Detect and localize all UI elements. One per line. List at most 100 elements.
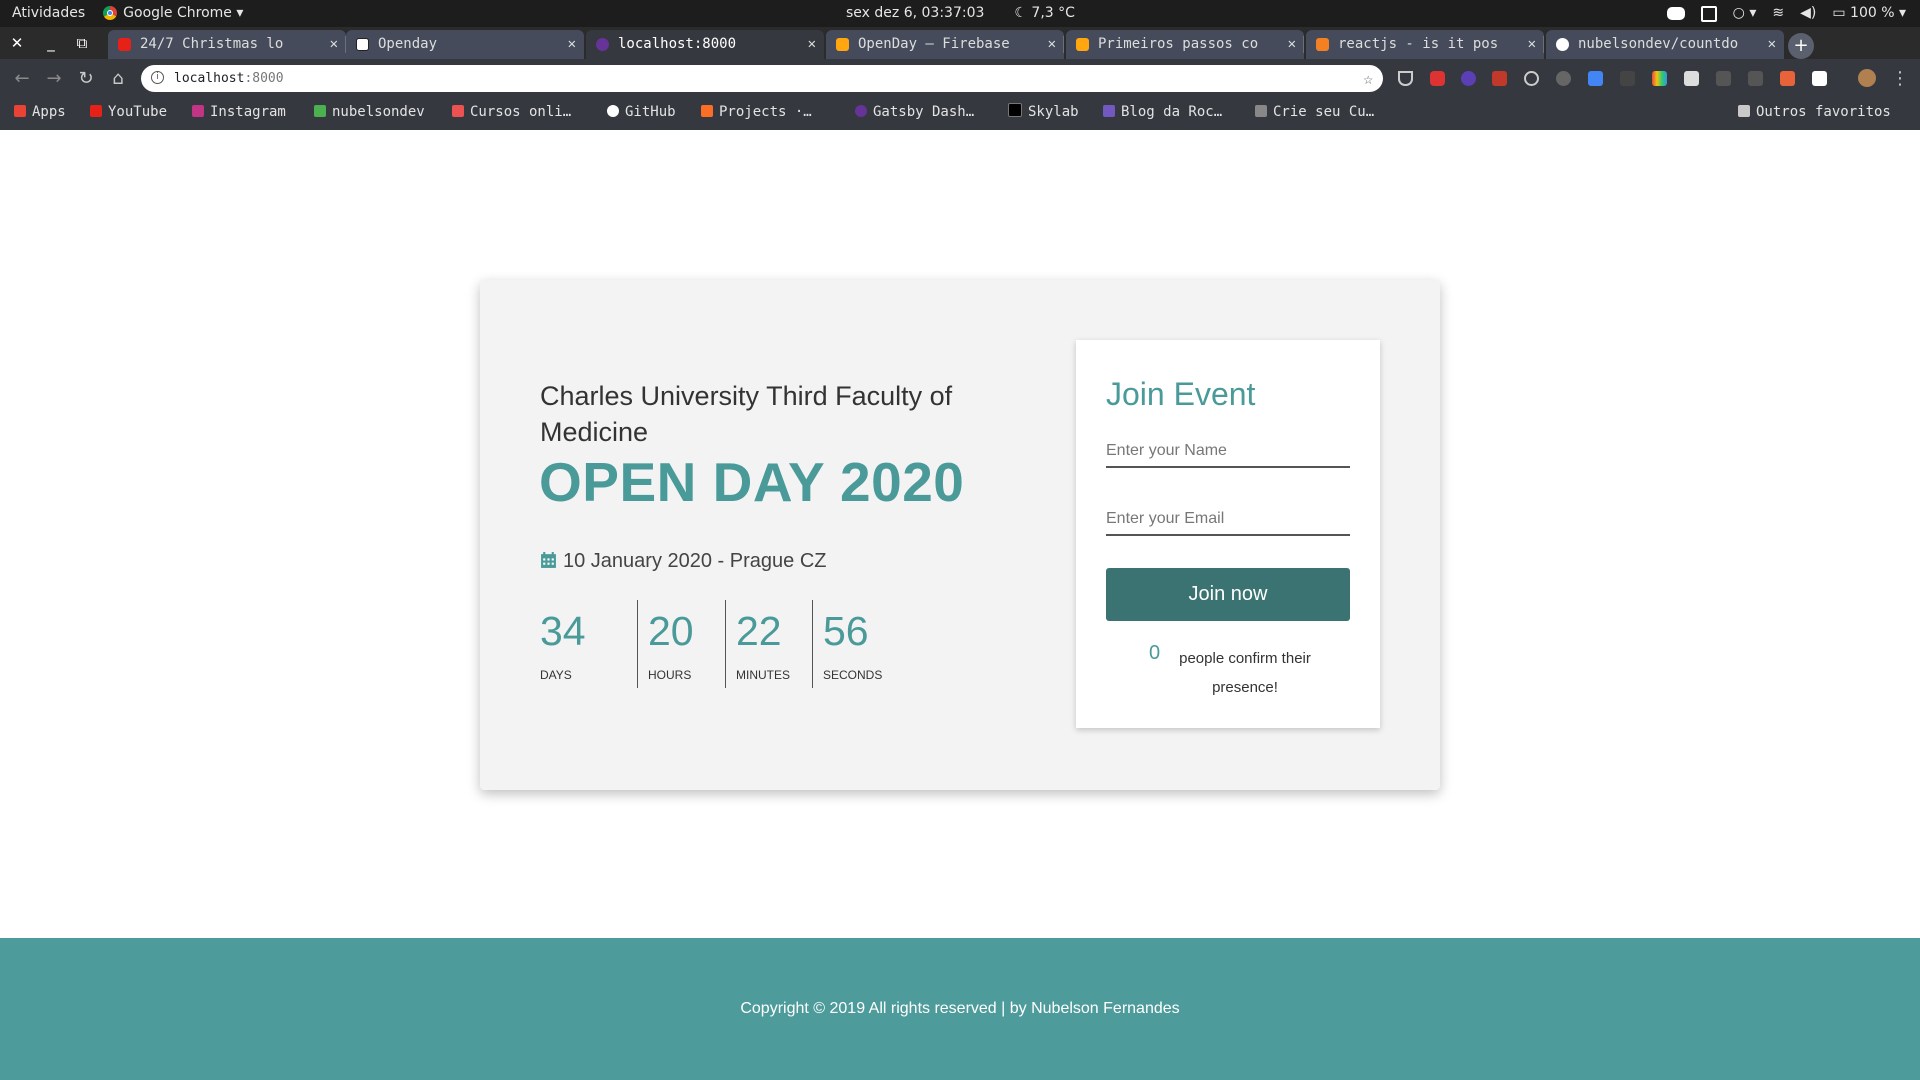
battery-indicator[interactable]: ▭ 100 % ▾ <box>1832 0 1906 27</box>
reload-icon[interactable]: ↻ <box>72 59 100 98</box>
event-card: Charles University Third Faculty of Medi… <box>480 280 1440 790</box>
tab-title: OpenDay – Firebase <box>858 36 1010 52</box>
tab-openday[interactable]: Openday ✕ <box>346 30 584 59</box>
caret-down-icon: ▾ <box>1898 5 1906 21</box>
caret-down-icon: ▾ <box>236 5 244 21</box>
tab-github[interactable]: nubelsondev/countdo ✕ <box>1546 30 1784 59</box>
event-subtitle: Charles University Third Faculty of Medi… <box>540 381 953 447</box>
chrome-icon <box>103 6 118 20</box>
countdown-value: 56 <box>823 608 869 654</box>
weather[interactable]: ☾ 7,3 °C <box>1014 0 1075 27</box>
close-tab-icon[interactable]: ✕ <box>1768 30 1776 59</box>
app-menu[interactable]: Google Chrome ▾ <box>103 0 243 27</box>
extension-swirl-icon[interactable] <box>1556 71 1571 86</box>
bookmark-crie-cv[interactable]: Crie seu Cu… <box>1255 98 1374 126</box>
tab-firebase[interactable]: OpenDay – Firebase ✕ <box>826 30 1064 59</box>
tab-separator <box>1303 36 1304 53</box>
tab-christmas[interactable]: 24/7 Christmas lo ✕ <box>108 30 346 59</box>
bookmark-skylab[interactable]: Skylab <box>1008 98 1079 126</box>
close-tab-icon[interactable]: ✕ <box>1288 30 1296 59</box>
youtube-icon <box>90 105 102 117</box>
restore-window-icon[interactable]: ⧉ <box>68 27 96 59</box>
event-title: OPEN DAY 2020 <box>539 451 965 513</box>
activities-button[interactable]: Atividades <box>12 0 85 27</box>
translate-icon[interactable] <box>1588 71 1603 86</box>
close-window-icon[interactable]: ✕ <box>3 27 31 59</box>
volume-icon[interactable]: ◀) <box>1800 0 1816 27</box>
bookmark-github[interactable]: GitHub <box>607 98 676 126</box>
close-tab-icon[interactable]: ✕ <box>330 30 338 59</box>
bookmark-cursos[interactable]: Cursos onli… <box>452 98 571 126</box>
home-icon[interactable]: ⌂ <box>104 59 132 98</box>
countdown-value: 34 <box>540 608 586 654</box>
cv-icon <box>1255 105 1267 117</box>
join-now-button[interactable]: Join now <box>1106 568 1350 621</box>
address-bar[interactable]: i localhost:8000 ☆ <box>141 65 1383 92</box>
wifi-icon[interactable]: ≋ <box>1772 0 1784 27</box>
bookmark-gatsby[interactable]: Gatsby Dash… <box>855 98 974 126</box>
folder-icon <box>1738 105 1750 117</box>
extension-red-icon[interactable] <box>1492 71 1507 86</box>
colorzilla-icon[interactable] <box>1652 71 1667 86</box>
bookmark-star-icon[interactable]: ☆ <box>1363 65 1373 92</box>
tab-title: nubelsondev/countdo <box>1578 36 1739 52</box>
notes-icon[interactable] <box>1700 5 1717 22</box>
json-icon[interactable] <box>1620 71 1635 86</box>
info-icon[interactable]: i <box>151 71 164 84</box>
countdown-label: MINUTES <box>736 668 790 682</box>
pocket-icon[interactable] <box>1398 71 1413 86</box>
github-icon <box>607 105 619 117</box>
close-tab-icon[interactable]: ✕ <box>1048 30 1056 59</box>
close-tab-icon[interactable]: ✕ <box>1528 30 1536 59</box>
extension-purple-icon[interactable] <box>1461 71 1476 86</box>
extension-orange-icon[interactable] <box>1780 71 1795 86</box>
font-icon[interactable] <box>1684 71 1699 86</box>
app-name: Google Chrome <box>123 5 232 21</box>
back-arrow-icon[interactable]: ← <box>8 59 36 98</box>
countdown-days: 34 DAYS <box>540 600 637 688</box>
discord-icon[interactable] <box>1666 7 1685 20</box>
bookmark-projects[interactable]: Projects ·… <box>701 98 812 126</box>
notion-extension-icon[interactable] <box>1812 71 1827 86</box>
bookmark-apps[interactable]: Apps <box>14 98 66 126</box>
profile-avatar-icon[interactable] <box>1858 69 1876 87</box>
form-title: Join Event <box>1106 376 1256 412</box>
forward-arrow-icon[interactable]: → <box>40 59 68 98</box>
os-top-bar: Atividades Google Chrome ▾ sex dez 6, 03… <box>0 0 1920 27</box>
new-tab-button[interactable]: + <box>1788 33 1814 59</box>
target-icon[interactable] <box>1524 71 1539 86</box>
close-tab-icon[interactable]: ✕ <box>568 30 576 59</box>
np-icon[interactable] <box>1748 71 1763 86</box>
calendar-icon <box>541 552 556 568</box>
menu-kebab-icon[interactable]: ⋮ <box>1886 59 1914 98</box>
bookmarks-bar: Apps YouTube Instagram nubelsondev Curso… <box>0 98 1920 130</box>
bookmark-youtube[interactable]: YouTube <box>90 98 167 126</box>
apps-grid-icon <box>14 105 26 117</box>
name-input[interactable] <box>1106 436 1350 468</box>
notion-icon <box>356 38 369 51</box>
countdown-minutes: 22 MINUTES <box>725 600 812 688</box>
stackoverflow-icon <box>1316 38 1329 51</box>
youtube-icon <box>118 38 131 51</box>
close-tab-icon[interactable]: ✕ <box>808 30 816 59</box>
countdown-value: 20 <box>648 608 694 654</box>
adblock-icon[interactable] <box>1430 71 1445 86</box>
footer-copyright: Copyright © 2019 All rights reserved | b… <box>740 1000 1180 1017</box>
rocketseat-icon <box>1103 105 1115 117</box>
bookmark-instagram[interactable]: Instagram <box>192 98 286 126</box>
gatsby-icon <box>596 38 609 51</box>
countdown-hours: 20 HOURS <box>637 600 725 688</box>
other-bookmarks-folder[interactable]: Outros favoritos <box>1738 98 1891 126</box>
status-circle-icon[interactable]: ○ ▾ <box>1733 0 1757 27</box>
tab-primeiros-passos[interactable]: Primeiros passos co ✕ <box>1066 30 1304 59</box>
bookmark-nubelsondev[interactable]: nubelsondev <box>314 98 425 126</box>
extension-gray-icon[interactable] <box>1716 71 1731 86</box>
minimize-window-icon[interactable]: _ <box>37 27 65 59</box>
tab-stackoverflow[interactable]: reactjs - is it pos ✕ <box>1306 30 1544 59</box>
tab-localhost[interactable]: localhost:8000 ✕ <box>586 30 824 59</box>
join-event-form: Join Event Join now 0 people confirm the… <box>1076 340 1380 728</box>
url-host: localhost <box>174 71 245 86</box>
clock[interactable]: sex dez 6, 03:37:03 <box>846 0 984 27</box>
bookmark-blog-rocketseat[interactable]: Blog da Roc… <box>1103 98 1222 126</box>
email-input[interactable] <box>1106 504 1350 536</box>
